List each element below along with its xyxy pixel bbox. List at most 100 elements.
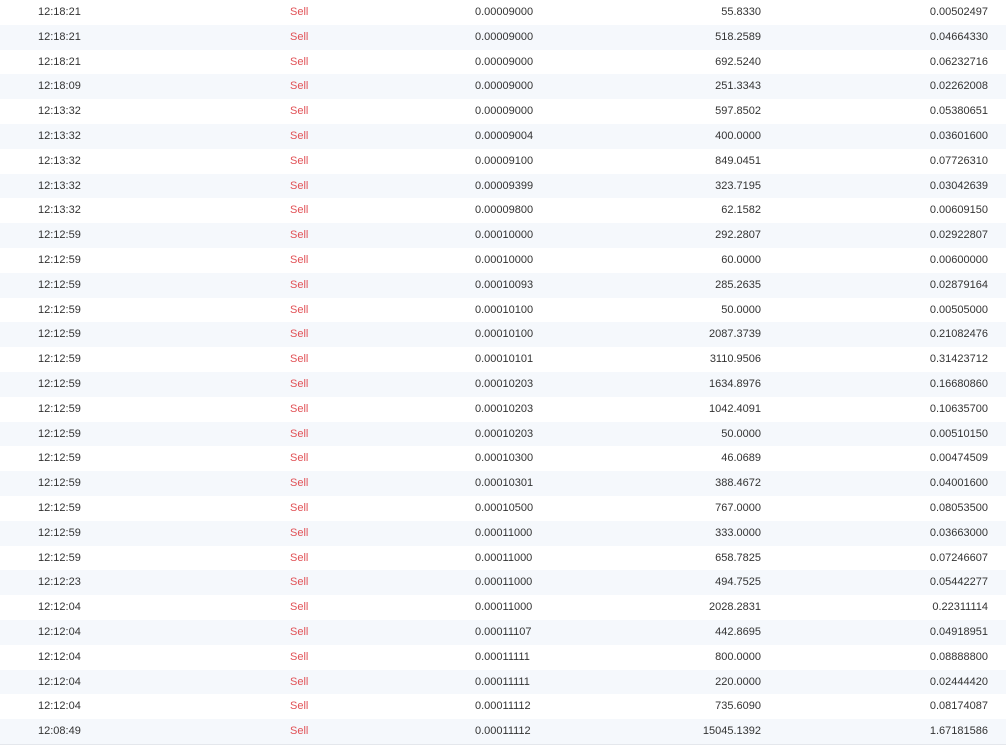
table-row: 12:12:59 Sell 0.00010000 60.0000 0.00600000	[0, 248, 1006, 273]
trade-side: Sell	[290, 30, 309, 43]
trade-total: 0.00505000	[929, 303, 988, 316]
trade-total: 0.00609150	[929, 204, 988, 217]
trade-total: 0.31423712	[929, 353, 988, 366]
trade-side: Sell	[290, 129, 309, 142]
trade-amount: 251.3343	[715, 80, 761, 93]
trade-time: 12:12:59	[38, 278, 81, 291]
trade-history-table: 12:18:21 Sell 0.00009000 55.8330 0.00502497 1…	[0, 0, 1006, 744]
trade-amount: 597.8502	[715, 105, 761, 118]
trade-price: 0.00010100	[475, 303, 534, 316]
trade-time: 12:12:59	[38, 526, 81, 539]
trade-price: 0.00009100	[475, 154, 534, 167]
trade-side: Sell	[290, 501, 309, 514]
trade-time: 12:12:59	[38, 551, 81, 564]
trade-amount: 3110.9506	[709, 353, 761, 366]
trade-amount: 849.0451	[715, 154, 761, 167]
trade-time: 12:18:21	[38, 30, 81, 43]
trade-side: Sell	[290, 576, 309, 589]
table-row: 12:12:59 Sell 0.00010203 50.0000 0.00510150	[0, 421, 1006, 447]
trade-time: 12:18:09	[38, 80, 81, 93]
table-row: 12:12:59 Sell 0.00010100 50.0000 0.00505000	[0, 298, 1006, 323]
trade-side: Sell	[290, 105, 309, 118]
trade-side: Sell	[290, 229, 309, 242]
trade-total: 1.67181586	[929, 725, 988, 738]
trade-total: 0.05380651	[929, 105, 988, 118]
trade-price: 0.00009000	[475, 55, 534, 68]
trade-total: 0.03663000	[929, 526, 988, 539]
trade-time: 12:12:04	[38, 601, 81, 614]
trade-total: 0.02444420	[929, 675, 988, 688]
trade-side: Sell	[290, 55, 309, 68]
table-row: 12:12:59 Sell 0.00011000 333.0000 0.03663000	[0, 520, 1006, 546]
trade-price: 0.00011000	[475, 576, 533, 589]
trade-time: 12:12:59	[38, 353, 81, 366]
trade-time: 12:12:04	[38, 700, 81, 713]
trade-side: Sell	[290, 601, 309, 614]
trade-amount: 735.6090	[715, 700, 761, 713]
table-row: 12:12:59 Sell 0.00010300 46.0689 0.00474509	[0, 446, 1006, 471]
trade-total: 0.04918951	[929, 625, 988, 638]
trade-price: 0.00009800	[475, 204, 534, 217]
trade-total: 0.05442277	[929, 576, 988, 589]
trade-price: 0.00011000	[475, 551, 533, 564]
table-row: 12:12:59 Sell 0.00011000 658.7825 0.07246607	[0, 546, 1006, 571]
trade-total: 0.08174087	[929, 700, 988, 713]
table-row: 12:13:32 Sell 0.00009100 849.0451 0.07726310	[0, 149, 1006, 174]
trade-time: 12:12:59	[38, 501, 81, 514]
trade-total: 0.07726310	[929, 154, 988, 167]
trade-price: 0.00010000	[475, 253, 534, 266]
trade-side: Sell	[290, 253, 309, 266]
trade-amount: 800.0000	[715, 650, 761, 663]
trade-total: 0.00474509	[929, 452, 988, 465]
trade-time: 12:13:32	[38, 179, 81, 192]
table-row: 12:12:04 Sell 0.00011112 735.6090 0.08174087	[0, 694, 1006, 719]
trade-total: 0.03042639	[929, 179, 988, 192]
trade-side: Sell	[290, 328, 309, 341]
trade-side: Sell	[290, 551, 309, 564]
trade-total: 0.02262008	[929, 80, 988, 93]
trade-price: 0.00009399	[475, 179, 534, 192]
trade-side: Sell	[290, 80, 309, 93]
trade-total: 0.00600000	[929, 253, 988, 266]
table-row: 12:18:21 Sell 0.00009000 692.5240 0.06232716	[0, 50, 1006, 75]
trade-price: 0.00010000	[475, 229, 534, 242]
trade-amount: 55.8330	[721, 6, 761, 18]
trade-price: 0.00010301	[475, 477, 534, 490]
trade-time: 12:12:04	[38, 650, 81, 663]
trade-total: 0.04664330	[929, 30, 988, 43]
trade-side: Sell	[290, 303, 309, 316]
trade-amount: 50.0000	[721, 303, 761, 316]
trade-amount: 1042.4091	[709, 402, 761, 415]
trade-price: 0.00011000	[475, 526, 533, 539]
trade-price: 0.00010203	[475, 377, 534, 390]
trade-amount: 400.0000	[715, 129, 761, 142]
trade-time: 12:12:59	[38, 253, 81, 266]
trade-side: Sell	[290, 427, 309, 440]
trade-price: 0.00011111	[475, 675, 530, 688]
trade-side: Sell	[290, 377, 309, 390]
table-row: 12:13:32 Sell 0.00009000 597.8502 0.05380651	[0, 99, 1006, 124]
trade-time: 12:12:23	[38, 576, 81, 589]
trade-amount: 15045.1392	[702, 725, 761, 738]
trade-time: 12:12:59	[38, 477, 81, 490]
trade-time: 12:12:59	[38, 452, 81, 465]
trade-price: 0.00009000	[475, 30, 534, 43]
trade-total: 0.16680860	[929, 377, 988, 390]
table-row: 12:12:04 Sell 0.00011111 800.0000 0.08888800	[0, 645, 1006, 670]
table-row: 12:18:09 Sell 0.00009000 251.3343 0.02262008	[0, 74, 1006, 100]
trade-amount: 62.1582	[721, 204, 761, 217]
trade-price: 0.00011000	[475, 601, 533, 614]
trade-side: Sell	[290, 353, 309, 366]
trade-price: 0.00011107	[475, 625, 532, 638]
trade-time: 12:13:32	[38, 129, 81, 142]
trade-amount: 292.2807	[715, 229, 761, 242]
trade-time: 12:12:59	[38, 328, 81, 341]
trade-total: 0.06232716	[929, 55, 988, 68]
trade-total: 0.21082476	[929, 328, 988, 341]
trade-amount: 2028.2831	[709, 601, 761, 614]
trade-time: 12:12:59	[38, 377, 81, 390]
trade-price: 0.00011112	[475, 725, 531, 738]
trade-side: Sell	[290, 526, 309, 539]
table-row: 12:18:21 Sell 0.00009000 518.2589 0.04664330	[0, 24, 1006, 50]
trade-side: Sell	[290, 154, 309, 167]
